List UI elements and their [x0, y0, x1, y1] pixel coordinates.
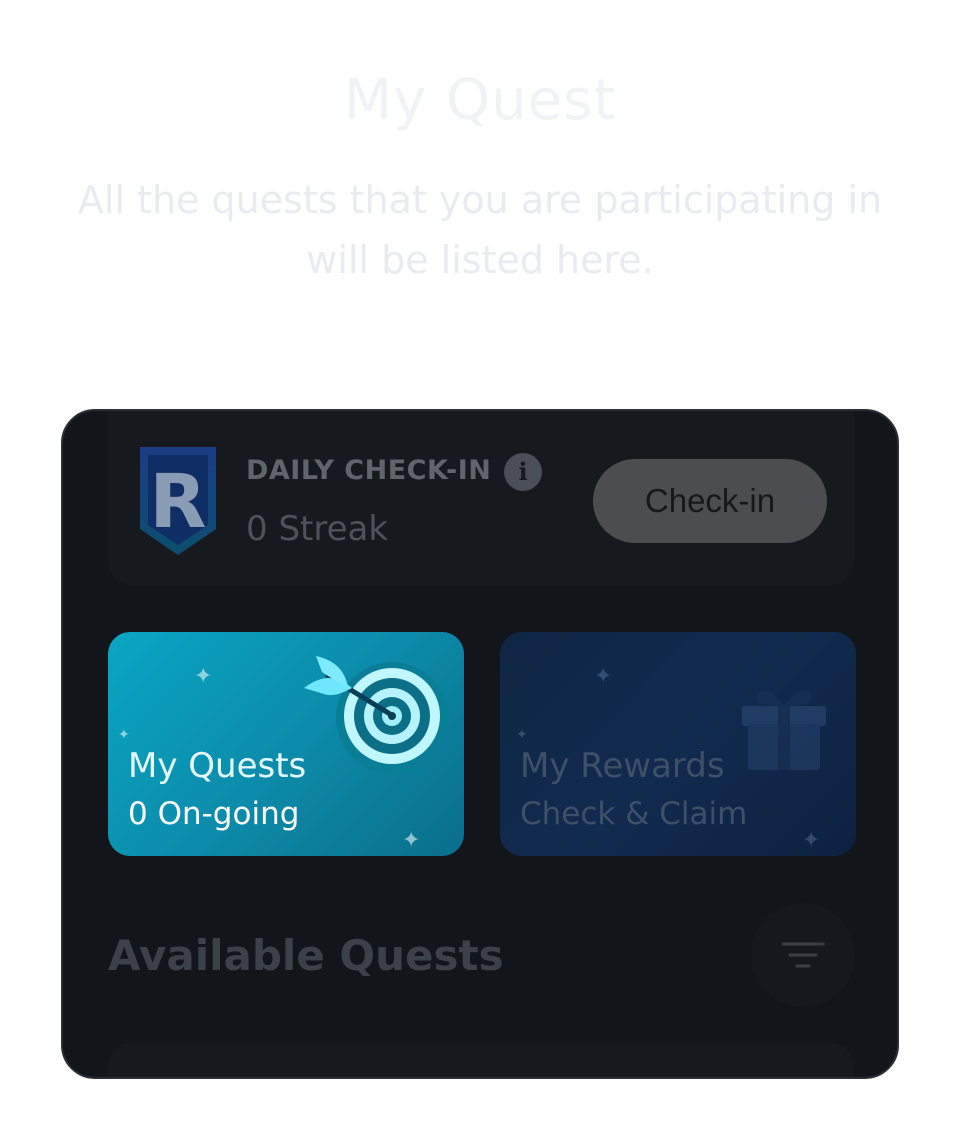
svg-text:R: R	[150, 459, 207, 545]
gift-icon	[742, 690, 826, 770]
filter-button[interactable]	[751, 903, 855, 1007]
page-title: My Quest	[343, 68, 617, 133]
sparkle-icon: ✦	[594, 664, 613, 689]
sparkle-icon: ✦	[118, 727, 130, 743]
streak-count: 0 Streak	[246, 509, 389, 549]
sparkle-icon: ✦	[402, 828, 421, 853]
my-rewards-tile[interactable]: ✦ ✦ ✦ My Rewards Check & Claim	[500, 632, 856, 856]
target-dart-icon	[304, 656, 448, 774]
my-quests-label: My Quests	[128, 746, 307, 786]
sparkle-icon: ✦	[516, 727, 528, 743]
my-rewards-subtitle: Check & Claim	[520, 796, 748, 832]
info-icon[interactable]: i	[504, 453, 542, 491]
daily-checkin-title: DAILY CHECK-IN	[246, 455, 492, 486]
quest-list-card[interactable]	[108, 1043, 854, 1077]
filter-icon	[781, 942, 825, 968]
my-quests-count: 0 On-going	[128, 796, 300, 832]
sparkle-icon: ✦	[802, 828, 821, 853]
my-rewards-label: My Rewards	[520, 746, 725, 786]
daily-checkin-card: R DAILY CHECK-IN i 0 Streak Check-in	[108, 411, 854, 585]
available-quests-title: Available Quests	[108, 931, 504, 980]
my-quests-tile[interactable]: ✦ ✦ ✦ My Quests 0 On-going	[108, 632, 464, 856]
shield-logo-icon: R	[140, 447, 216, 555]
check-in-button[interactable]: Check-in	[593, 459, 827, 543]
sparkle-icon: ✦	[194, 664, 213, 689]
app-panel: R DAILY CHECK-IN i 0 Streak Check-in ✦ ✦…	[61, 409, 899, 1079]
page-subtitle: All the quests that you are participatin…	[77, 178, 883, 282]
